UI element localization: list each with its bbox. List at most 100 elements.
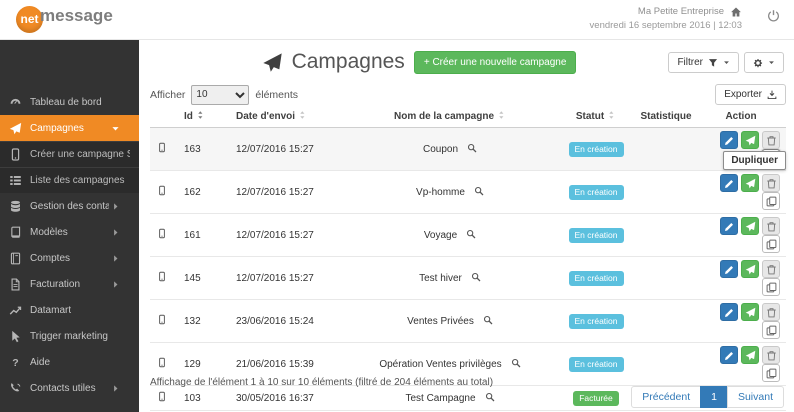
send-button[interactable] [741,303,759,321]
column-header-statut[interactable]: Statut [556,108,636,128]
column-header-nom-de-la-campagne[interactable]: Nom de la campagne [344,108,556,128]
edit-button[interactable] [720,174,738,192]
campaign-name-cell: Ventes Privées [344,299,556,343]
sidebar-item-liste-des-campagnes[interactable]: Liste des campagnes [0,167,139,193]
status-cell: En création [556,170,636,214]
edit-button[interactable] [720,346,738,364]
delete-button[interactable] [762,346,780,364]
sidebar-item-label: Gestion des contacts [30,200,109,212]
sidebar-item-label: Tableau de bord [30,96,102,108]
delete-button[interactable] [762,260,780,278]
pencil-icon [724,307,735,318]
column-header-statistique: Statistique [636,108,696,128]
page-size-select[interactable]: 10 [191,84,250,105]
sidebar-item-label: Créer une campagne SMS [30,149,130,160]
edit-button[interactable] [720,303,738,321]
sidebar-item-modeles[interactable]: Modèles [0,219,139,245]
table-row: 132 23/06/2016 15:24 Ventes Privées En créa… [150,299,786,343]
send-button[interactable] [741,131,759,149]
send-button[interactable] [741,174,759,192]
trash-icon [766,178,777,189]
sort-icon [608,110,616,120]
trash-icon [766,350,777,361]
search-icon[interactable] [511,358,521,368]
duplicate-button[interactable] [762,321,780,339]
column-header-date-d-envoi[interactable]: Date d'envoi [224,108,344,128]
sidebar-item-tableau-de-bord[interactable]: Tableau de bord [0,89,139,115]
export-label: Exporter [724,89,762,100]
export-button[interactable]: Exporter [715,84,786,105]
app-logo[interactable]: netmessage [16,6,113,33]
sidebar-item-gestion-des-contacts[interactable]: Gestion des contacts [0,193,139,219]
action-cell [696,213,786,257]
next-page-button[interactable]: Suivant [726,386,784,408]
duplicate-button[interactable] [762,235,780,253]
status-cell: En création [556,213,636,257]
sidebar-item-label: Contacts utiles [30,382,96,394]
duplicate-button[interactable] [762,278,780,296]
campaign-date: 12/07/2016 15:27 [224,127,344,171]
phone-icon [9,382,22,395]
status-badge: En création [568,227,624,243]
svg-text:?: ? [12,357,18,369]
sidebar-item-facturation[interactable]: Facturation [0,271,139,297]
trash-icon [766,135,777,146]
sort-icon [197,110,205,120]
sort-icon [498,110,506,120]
sidebar-item-datamart[interactable]: Datamart [0,297,139,323]
statistic-cell [636,127,696,171]
search-icon[interactable] [474,186,484,196]
home-icon[interactable] [730,6,742,18]
campaign-id: 132 [174,299,224,343]
search-icon[interactable] [467,143,477,153]
company-name: Ma Petite Entreprise [637,6,724,17]
sidebar-item-contacts-utiles[interactable]: Contacts utiles [0,375,139,401]
funnel-icon [708,58,718,68]
sidebar-item-label: Comptes [30,252,71,264]
mobile-icon [9,148,22,161]
sidebar-item-label: Modèles [30,226,68,238]
caret-right-icon [109,384,122,393]
duplicate-button[interactable] [762,364,780,382]
edit-button[interactable] [720,260,738,278]
column-header-id[interactable]: Id [174,108,224,128]
send-button[interactable] [741,346,759,364]
campaign-id: 103 [174,385,224,411]
delete-button[interactable] [762,303,780,321]
table-row: 163 12/07/2016 15:27 Coupon En création Dupl… [150,127,786,171]
sidebar-item-label: Facturation [30,278,81,290]
campaign-name-cell: Test Campagne [344,385,556,411]
sidebar-item-aide[interactable]: ? Aide [0,349,139,375]
send-button[interactable] [741,260,759,278]
delete-button[interactable] [762,131,780,149]
cursor-icon [9,330,22,343]
power-icon[interactable] [767,9,780,22]
campaigns-table: Id Date d'envoi Nom de la campagne Statut St… [150,108,786,412]
statistic-cell [636,170,696,214]
search-icon[interactable] [471,272,481,282]
campaign-name: Test Campagne [405,393,476,404]
sidebar-item-creer-une-campagne-sms[interactable]: Créer une campagne SMS [0,141,139,167]
edit-button[interactable] [720,217,738,235]
delete-button[interactable] [762,217,780,235]
search-icon[interactable] [466,229,476,239]
toolbar: Filtrer [668,52,784,73]
search-icon[interactable] [485,392,495,402]
filter-button[interactable]: Filtrer [668,52,739,73]
sidebar-item-campagnes[interactable]: Campagnes [0,115,139,141]
campaign-date: 12/07/2016 15:27 [224,213,344,257]
sidebar-item-comptes[interactable]: Comptes [0,245,139,271]
table-controls: Afficher 10 éléments Exporter [150,84,786,105]
duplicate-button[interactable] [762,192,780,210]
create-campaign-button[interactable]: + Créer une nouvelle campagne [413,50,577,74]
edit-button[interactable] [720,131,738,149]
mobile-icon [157,390,167,403]
prev-page-button[interactable]: Précédent [631,386,702,408]
copy-icon [766,282,777,293]
sidebar-item-trigger-marketing[interactable]: Trigger marketing [0,323,139,349]
search-icon[interactable] [483,315,493,325]
settings-button[interactable] [744,52,784,73]
delete-button[interactable] [762,174,780,192]
page-number-button[interactable]: 1 [700,386,728,408]
send-button[interactable] [741,217,759,235]
